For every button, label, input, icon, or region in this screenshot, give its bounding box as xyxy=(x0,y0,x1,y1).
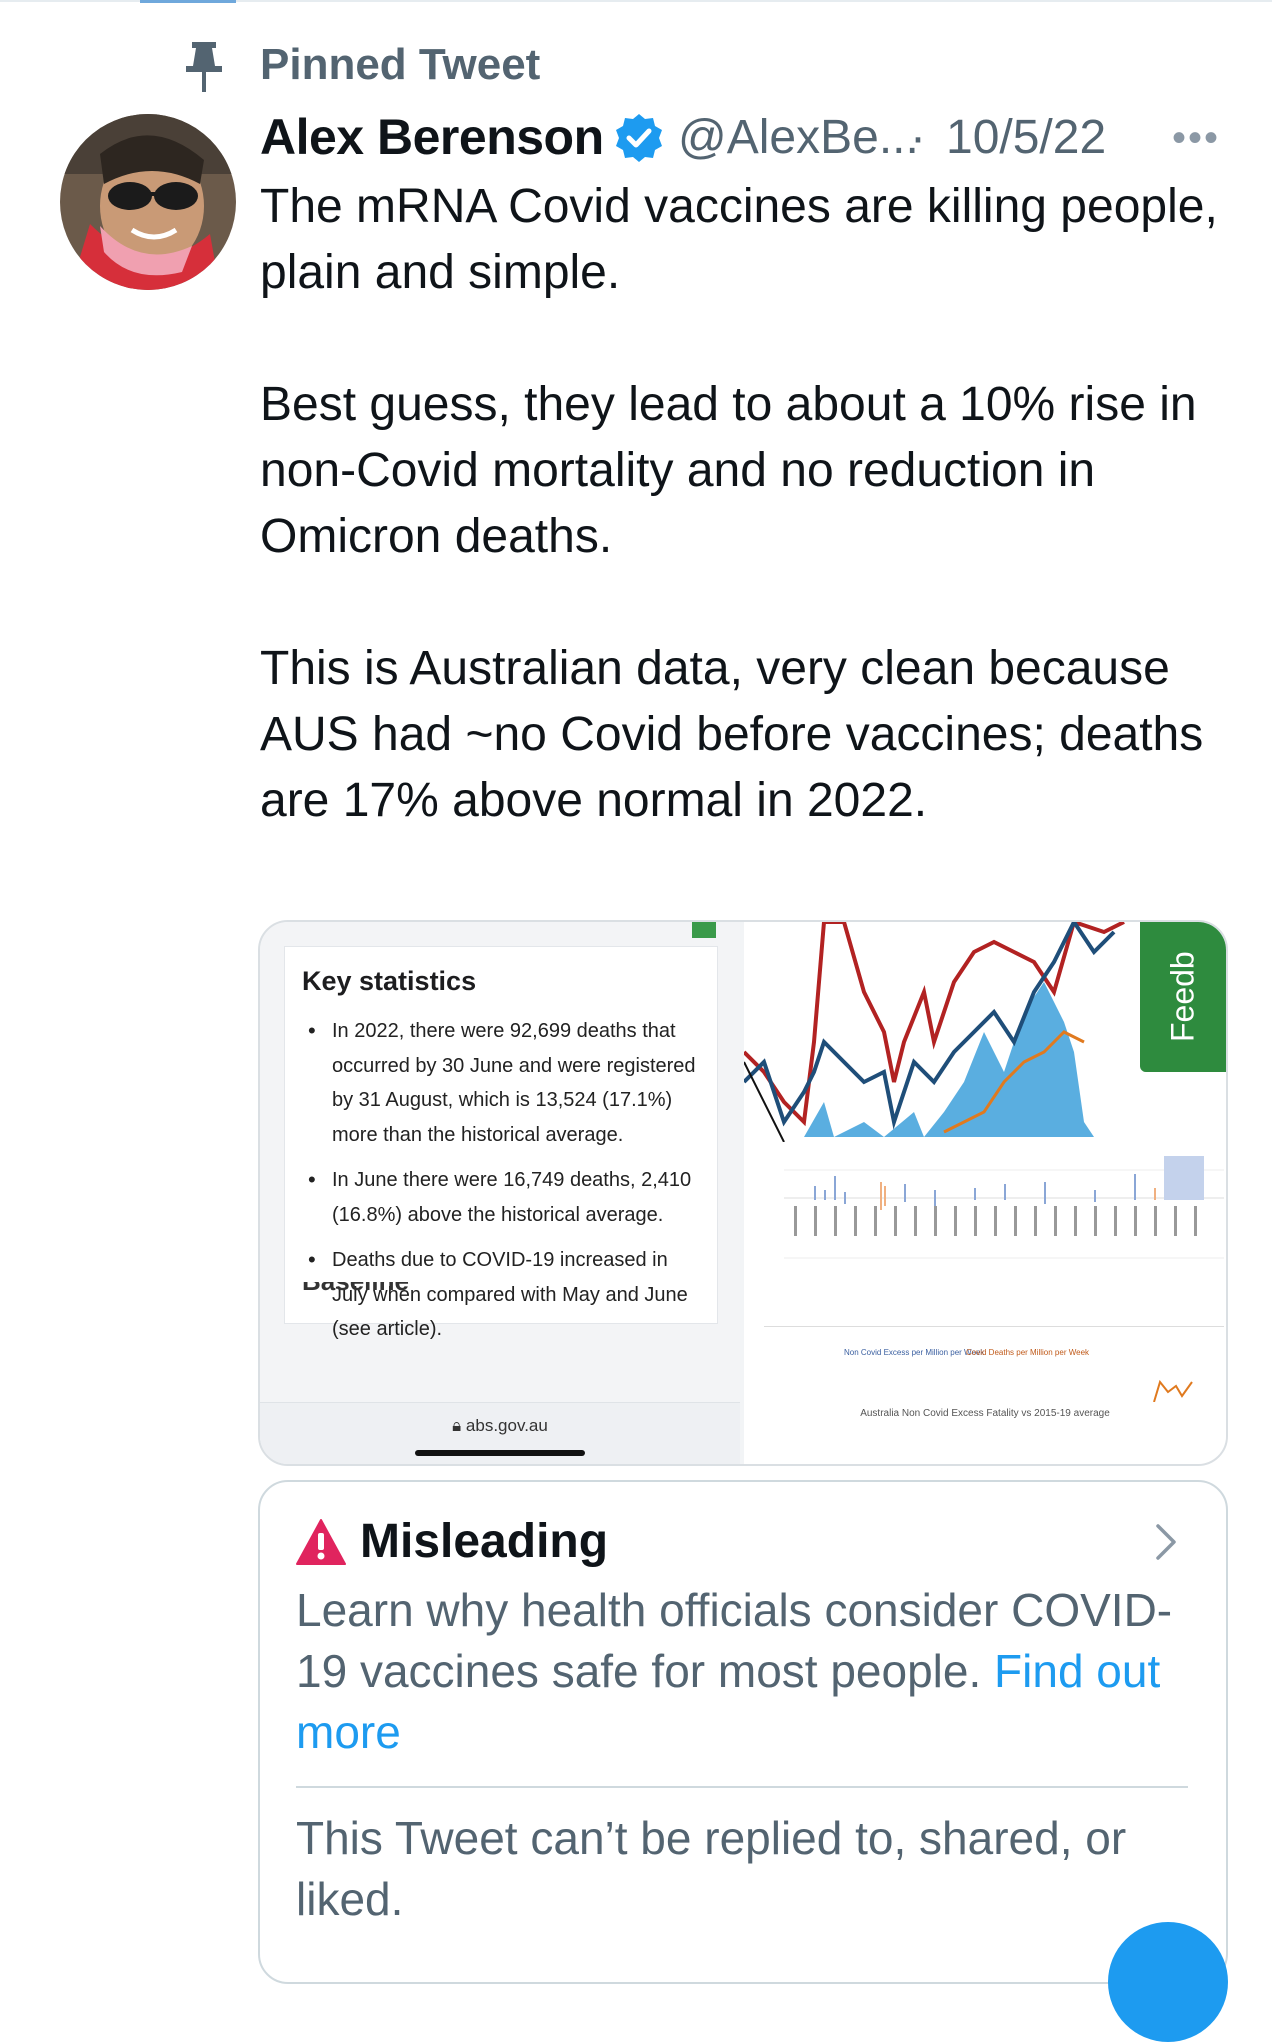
key-statistics-title: Key statistics xyxy=(302,966,477,996)
notice-divider xyxy=(296,1786,1188,1788)
blue-band-left xyxy=(804,1102,924,1137)
chevron-right-icon[interactable] xyxy=(1152,1522,1180,1562)
tweet-text: The mRNA Covid vaccines are killing peop… xyxy=(260,180,1218,827)
cut-off-heading: Baseline comparisons xyxy=(302,1282,562,1292)
list-item: In June there were 16,749 deaths, 2,410 … xyxy=(302,1163,698,1232)
compose-tweet-button[interactable] xyxy=(1108,1922,1228,2042)
list-item: Deaths due to COVID-19 increased in July… xyxy=(302,1243,698,1347)
orange-trace xyxy=(1153,1379,1193,1402)
weekly-bar-chart xyxy=(764,1156,1224,1402)
date-ticks xyxy=(794,1206,1197,1236)
url-label: 🔒︎ abs.gov.au xyxy=(452,1416,548,1435)
avatar[interactable] xyxy=(60,114,236,290)
tweet-media[interactable]: Key statistics In 2022, there were 92,69… xyxy=(258,920,1228,1466)
more-options-icon[interactable]: ••• xyxy=(1172,116,1220,161)
no-reply-notice: This Tweet can’t be replied to, shared, … xyxy=(296,1812,1127,1925)
media-image-1[interactable]: Key statistics In 2022, there were 92,69… xyxy=(260,922,740,1464)
warning-icon xyxy=(296,1519,346,1565)
pinned-tweet-label: Pinned Tweet xyxy=(260,40,541,89)
media-image-2[interactable]: Feedb Non Covid Excess per Million per W… xyxy=(744,922,1226,1464)
home-indicator xyxy=(415,1450,585,1456)
tweet-date[interactable]: 10/5/22 xyxy=(946,110,1106,165)
author-name[interactable]: Alex Berenson xyxy=(260,108,604,166)
misleading-body: Learn why health officials consider COVI… xyxy=(296,1580,1196,1763)
legend-covid: Covid Deaths per Million per Week xyxy=(966,1348,1090,1357)
tab-indicator xyxy=(140,0,236,3)
excess-deaths-line-chart xyxy=(744,922,1125,1142)
bars-blue xyxy=(814,1156,1204,1210)
misleading-title: Misleading xyxy=(360,1515,609,1568)
feedback-label: Feedb xyxy=(1164,951,1201,1043)
key-statistics-list: In 2022, there were 92,699 deaths that o… xyxy=(302,1014,698,1358)
author-handle[interactable]: @AlexBe... xyxy=(678,110,919,165)
verified-badge-icon xyxy=(616,114,662,162)
list-item: In 2022, there were 92,699 deaths that o… xyxy=(302,1014,698,1152)
lock-icon: 🔒︎ xyxy=(452,1416,466,1435)
bars-orange xyxy=(880,1182,1156,1210)
separator-dot: · xyxy=(910,111,926,164)
legend-non-covid: Non Covid Excess per Million per Week xyxy=(844,1348,985,1357)
pin-icon xyxy=(186,42,222,92)
chart-caption: Australia Non Covid Excess Fatality vs 2… xyxy=(860,1408,1110,1419)
green-tab xyxy=(692,922,716,938)
